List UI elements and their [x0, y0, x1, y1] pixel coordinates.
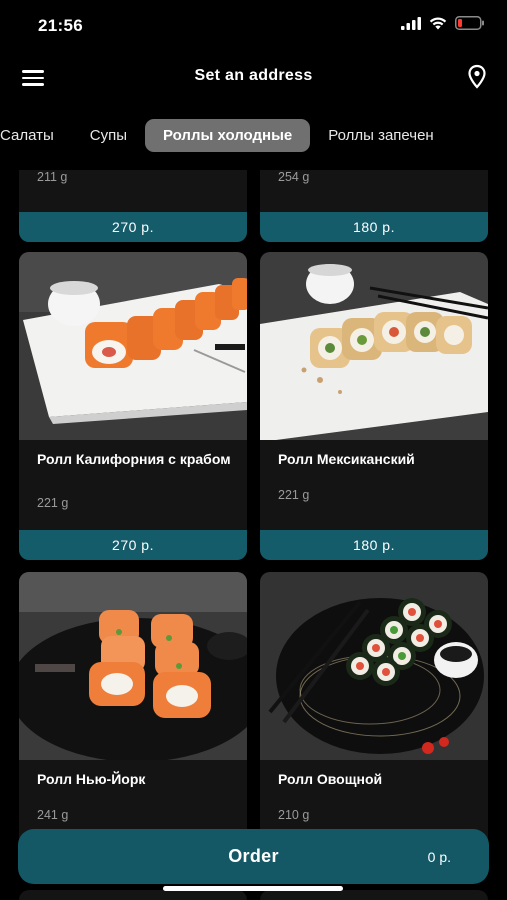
- product-card[interactable]: 254 g 180 р.: [260, 170, 488, 242]
- price-button[interactable]: 180 р.: [260, 530, 488, 560]
- price-button[interactable]: 270 р.: [19, 530, 247, 560]
- app-header: Set an address: [0, 55, 507, 101]
- product-card[interactable]: 211 g 270 р.: [19, 170, 247, 242]
- price-button[interactable]: 270 р.: [19, 212, 247, 242]
- product-card[interactable]: Ролл Овощной 210 g: [260, 572, 488, 872]
- order-label: Order: [228, 846, 279, 866]
- status-icons: [401, 16, 485, 30]
- product-name: Ролл Нью-Йорк: [37, 771, 146, 787]
- product-weight: 221 g: [37, 496, 69, 510]
- product-weight: 210 g: [278, 808, 310, 822]
- product-weight: 241 g: [37, 808, 69, 822]
- product-weight: 221 g: [278, 488, 310, 502]
- product-image[interactable]: [19, 572, 247, 760]
- home-indicator[interactable]: [163, 886, 343, 891]
- product-image[interactable]: [260, 252, 488, 440]
- product-card[interactable]: [19, 890, 247, 900]
- tab-soups[interactable]: Супы: [72, 119, 145, 152]
- product-name: Ролл Овощной: [278, 771, 383, 787]
- product-grid: 211 g 270 р. 254 g 180 р. Ролл Калифорни…: [0, 170, 507, 900]
- order-button[interactable]: Order 0 р.: [18, 829, 489, 884]
- product-image[interactable]: [19, 252, 247, 440]
- signal-icon: [401, 16, 421, 30]
- tab-salads[interactable]: Салаты: [0, 119, 72, 152]
- battery-icon: [455, 16, 484, 30]
- product-card[interactable]: [260, 890, 488, 900]
- tab-baked-rolls[interactable]: Роллы запечен: [310, 119, 451, 152]
- tab-cold-rolls[interactable]: Роллы холодные: [145, 118, 311, 152]
- status-bar: 21:56: [0, 0, 507, 50]
- product-image[interactable]: [260, 572, 488, 760]
- wifi-icon: [429, 17, 447, 30]
- product-card[interactable]: Ролл Мексиканский 221 g 180 р.: [260, 252, 488, 560]
- product-weight: 254 g: [278, 170, 310, 184]
- price-button[interactable]: 180 р.: [260, 212, 488, 242]
- product-card[interactable]: Ролл Нью-Йорк 241 g: [19, 572, 247, 872]
- map-pin-icon[interactable]: [465, 64, 489, 90]
- category-tabs: Салаты Супы Роллы холодные Роллы запечен: [0, 117, 452, 153]
- product-name: Ролл Калифорния с крабом: [37, 451, 231, 467]
- address-selector[interactable]: Set an address: [0, 67, 507, 85]
- product-name: Ролл Мексиканский: [278, 451, 415, 467]
- product-card[interactable]: Ролл Калифорния с крабом 221 g 270 р.: [19, 252, 247, 560]
- product-weight: 211 g: [37, 170, 68, 184]
- status-time: 21:56: [38, 16, 83, 35]
- order-total: 0 р.: [427, 849, 451, 865]
